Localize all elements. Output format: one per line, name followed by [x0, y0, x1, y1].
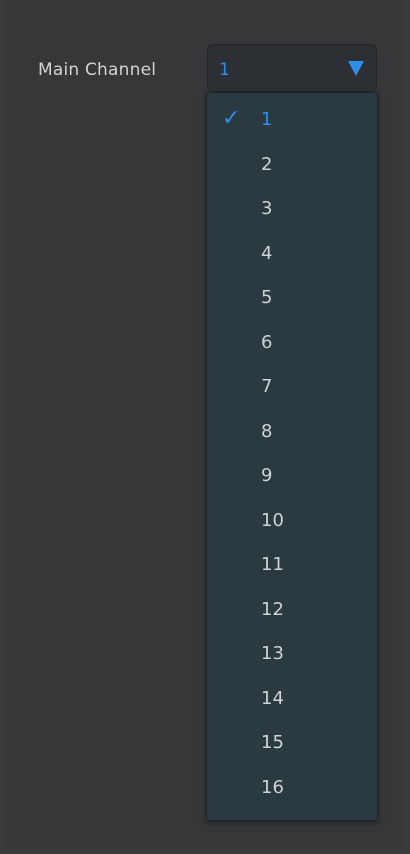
main-channel-selected-value: 1 [219, 60, 230, 80]
channel-option-11[interactable]: 11 [207, 543, 377, 587]
main-channel-label: Main Channel [38, 60, 157, 80]
channel-option-16[interactable]: 16 [207, 766, 377, 810]
channel-option-label: 6 [261, 331, 273, 353]
channel-option-12[interactable]: 12 [207, 588, 377, 632]
checkmark-icon: ✓ [222, 106, 241, 131]
channel-option-5[interactable]: 5 [207, 276, 377, 320]
main-channel-dropdown: ✓ 1 2 3 4 5 6 7 8 9 10 11 12 13 14 15 16 [206, 92, 378, 821]
channel-option-2[interactable]: 2 [207, 143, 377, 187]
channel-option-1[interactable]: ✓ 1 [207, 98, 377, 142]
channel-option-7[interactable]: 7 [207, 365, 377, 409]
channel-option-label: 14 [261, 687, 284, 709]
channel-option-label: 5 [261, 287, 273, 308]
channel-option-label: 2 [261, 153, 273, 175]
channel-option-label: 13 [261, 643, 284, 664]
channel-option-3[interactable]: 3 [207, 187, 377, 231]
channel-option-label: 9 [261, 465, 273, 486]
channel-option-label: 15 [261, 732, 284, 753]
channel-option-4[interactable]: 4 [207, 232, 377, 276]
channel-option-14[interactable]: 14 [207, 677, 377, 721]
channel-option-label: 4 [261, 242, 273, 264]
channel-option-10[interactable]: 10 [207, 499, 377, 543]
channel-option-15[interactable]: 15 [207, 721, 377, 765]
main-channel-select[interactable]: 1 [207, 44, 377, 92]
channel-option-9[interactable]: 9 [207, 454, 377, 498]
channel-option-8[interactable]: 8 [207, 410, 377, 454]
channel-option-label: 1 [261, 109, 273, 130]
channel-option-6[interactable]: 6 [207, 321, 377, 365]
channel-option-label: 8 [261, 420, 273, 442]
channel-option-13[interactable]: 13 [207, 632, 377, 676]
channel-option-label: 16 [261, 776, 284, 798]
triangle-down-icon[interactable] [348, 61, 364, 76]
channel-option-label: 7 [261, 376, 273, 397]
channel-option-label: 11 [261, 554, 284, 575]
channel-option-label: 10 [261, 509, 284, 531]
channel-option-label: 3 [261, 198, 273, 219]
channel-option-label: 12 [261, 598, 284, 620]
